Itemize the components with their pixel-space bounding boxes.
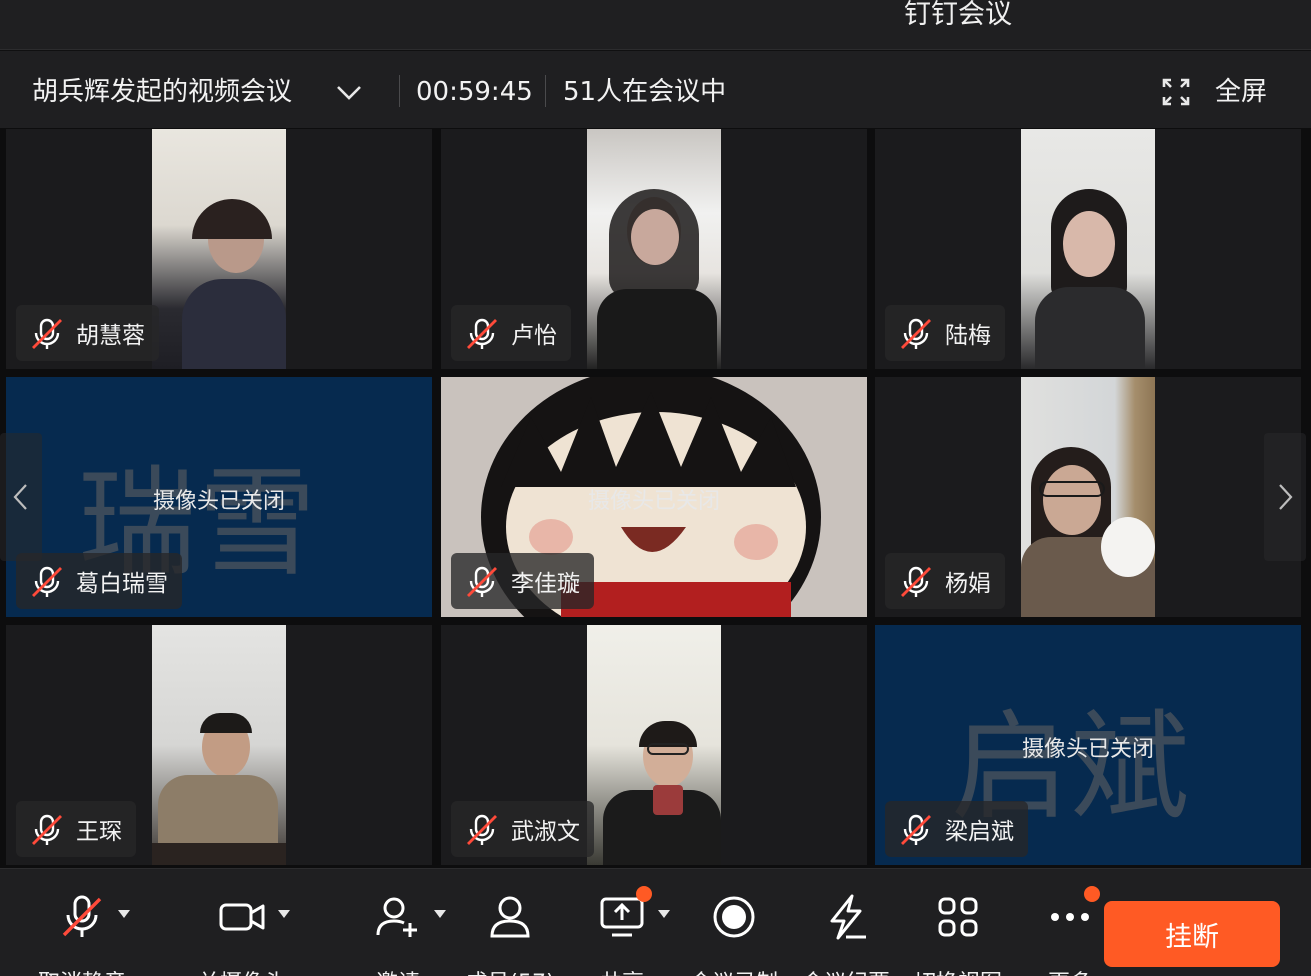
meeting-title[interactable]: 胡兵辉发起的视频会议 [32, 75, 292, 109]
add-user-icon [376, 897, 417, 937]
invite-label: 邀请 [360, 965, 436, 976]
caret-down-icon[interactable] [117, 909, 131, 919]
participant-name-tag: 武淑文 [451, 801, 594, 857]
mic-muted-icon [467, 814, 497, 845]
camera-feed [1021, 129, 1155, 369]
notification-dot [636, 886, 652, 902]
members-button[interactable]: 成员(57) [460, 887, 560, 976]
switch-view-label: 切换视图 [906, 965, 1010, 976]
chevron-left-icon [13, 484, 27, 510]
participant-name-tag: 王琛 [16, 801, 136, 857]
camera-off-label: 摄像头已关闭 [1021, 737, 1154, 762]
grid-view-icon [938, 897, 978, 937]
title-bar: 钉钉会议 [0, 0, 1311, 50]
video-tile-9[interactable]: 启斌 摄像头已关闭 梁启斌 [875, 625, 1301, 865]
participant-name: 胡慧蓉 [76, 323, 145, 349]
camera-feed [152, 625, 286, 865]
video-camera-icon [219, 903, 265, 931]
record-button[interactable]: 会议录制 [682, 887, 786, 976]
participant-name: 梁启斌 [945, 819, 1014, 845]
mic-muted-icon [467, 318, 497, 349]
header-divider [545, 75, 546, 107]
invite-button[interactable]: 邀请 [360, 887, 436, 976]
fullscreen-icon[interactable] [1162, 78, 1190, 106]
video-tile-8[interactable]: 武淑文 [441, 625, 867, 865]
video-tile-3[interactable]: 陆梅 [875, 129, 1301, 369]
participant-name-tag: 葛白瑞雪 [16, 553, 182, 609]
share-label: 共享 [590, 965, 654, 976]
chevron-right-icon [1279, 484, 1293, 510]
minutes-button[interactable]: 会议纪要 [794, 887, 898, 976]
header-divider [399, 75, 400, 107]
meeting-timer: 00:59:45 [416, 77, 533, 107]
participant-name-tag: 杨娟 [885, 553, 1005, 609]
hangup-button[interactable]: 挂断 [1104, 901, 1280, 967]
video-tile-7[interactable]: 王琛 [6, 625, 432, 865]
participant-count[interactable]: 51人在会议中 [563, 75, 726, 109]
unmute-button[interactable]: 取消静音 [30, 887, 134, 976]
participant-name-tag: 卢怡 [451, 305, 571, 361]
chevron-down-icon[interactable] [334, 79, 364, 105]
video-tile-4[interactable]: 瑞雪 摄像头已关闭 葛白瑞雪 [6, 377, 432, 617]
caret-down-icon[interactable] [657, 909, 671, 919]
participant-name: 王琛 [76, 819, 122, 845]
record-icon [713, 896, 755, 938]
participant-name-tag: 梁启斌 [885, 801, 1028, 857]
mic-muted-icon [32, 814, 62, 845]
video-grid: 胡慧蓉 卢怡 陆梅 瑞雪 摄像头已关闭 葛白瑞雪 摄像头已关闭 李佳璇 杨娟 王… [0, 128, 1311, 868]
camera-feed [152, 129, 286, 369]
mic-muted-icon [467, 566, 497, 597]
members-label: 成员(57) [460, 965, 560, 976]
mic-muted-icon [62, 895, 102, 937]
participant-name: 陆梅 [945, 323, 991, 349]
participant-name: 杨娟 [945, 571, 991, 597]
next-page-button[interactable] [1264, 433, 1306, 561]
participant-name-tag: 陆梅 [885, 305, 1005, 361]
camera-feed [1021, 377, 1155, 617]
app-title: 钉钉会议 [904, 0, 1012, 30]
mic-muted-icon [901, 318, 931, 349]
more-label: 更多 [1038, 965, 1102, 976]
video-tile-1[interactable]: 胡慧蓉 [6, 129, 432, 369]
participant-name: 武淑文 [511, 819, 580, 845]
record-label: 会议录制 [682, 965, 786, 976]
notification-dot [1084, 886, 1100, 902]
camera-off-button[interactable]: 关摄像头 [190, 887, 294, 976]
unmute-label: 取消静音 [30, 965, 134, 976]
lightning-icon [830, 894, 866, 940]
camera-off-label: 摄像头已关闭 [587, 489, 720, 514]
video-tile-5[interactable]: 摄像头已关闭 李佳璇 [441, 377, 867, 617]
participant-name-tag: 李佳璇 [451, 553, 594, 609]
participant-name: 葛白瑞雪 [76, 571, 168, 597]
minutes-label: 会议纪要 [794, 965, 898, 976]
caret-down-icon[interactable] [433, 909, 447, 919]
mic-muted-icon [32, 566, 62, 597]
switch-view-button[interactable]: 切换视图 [906, 887, 1010, 976]
video-tile-2[interactable]: 卢怡 [441, 129, 867, 369]
previous-page-button[interactable] [0, 433, 42, 561]
mic-muted-icon [901, 566, 931, 597]
camera-feed [587, 625, 721, 865]
meeting-header: 胡兵辉发起的视频会议 00:59:45 51人在会议中 全屏 [0, 51, 1311, 128]
camera-off-label: 关摄像头 [190, 965, 294, 976]
video-tile-6[interactable]: 杨娟 [875, 377, 1301, 617]
mic-muted-icon [32, 318, 62, 349]
camera-feed [587, 129, 721, 369]
participant-name-tag: 胡慧蓉 [16, 305, 159, 361]
participant-name: 卢怡 [511, 323, 557, 349]
caret-down-icon[interactable] [277, 909, 291, 919]
fullscreen-button[interactable]: 全屏 [1215, 75, 1267, 109]
participant-name: 李佳璇 [511, 571, 580, 597]
user-icon [490, 896, 530, 938]
mic-muted-icon [901, 814, 931, 845]
camera-off-label: 摄像头已关闭 [152, 489, 285, 514]
